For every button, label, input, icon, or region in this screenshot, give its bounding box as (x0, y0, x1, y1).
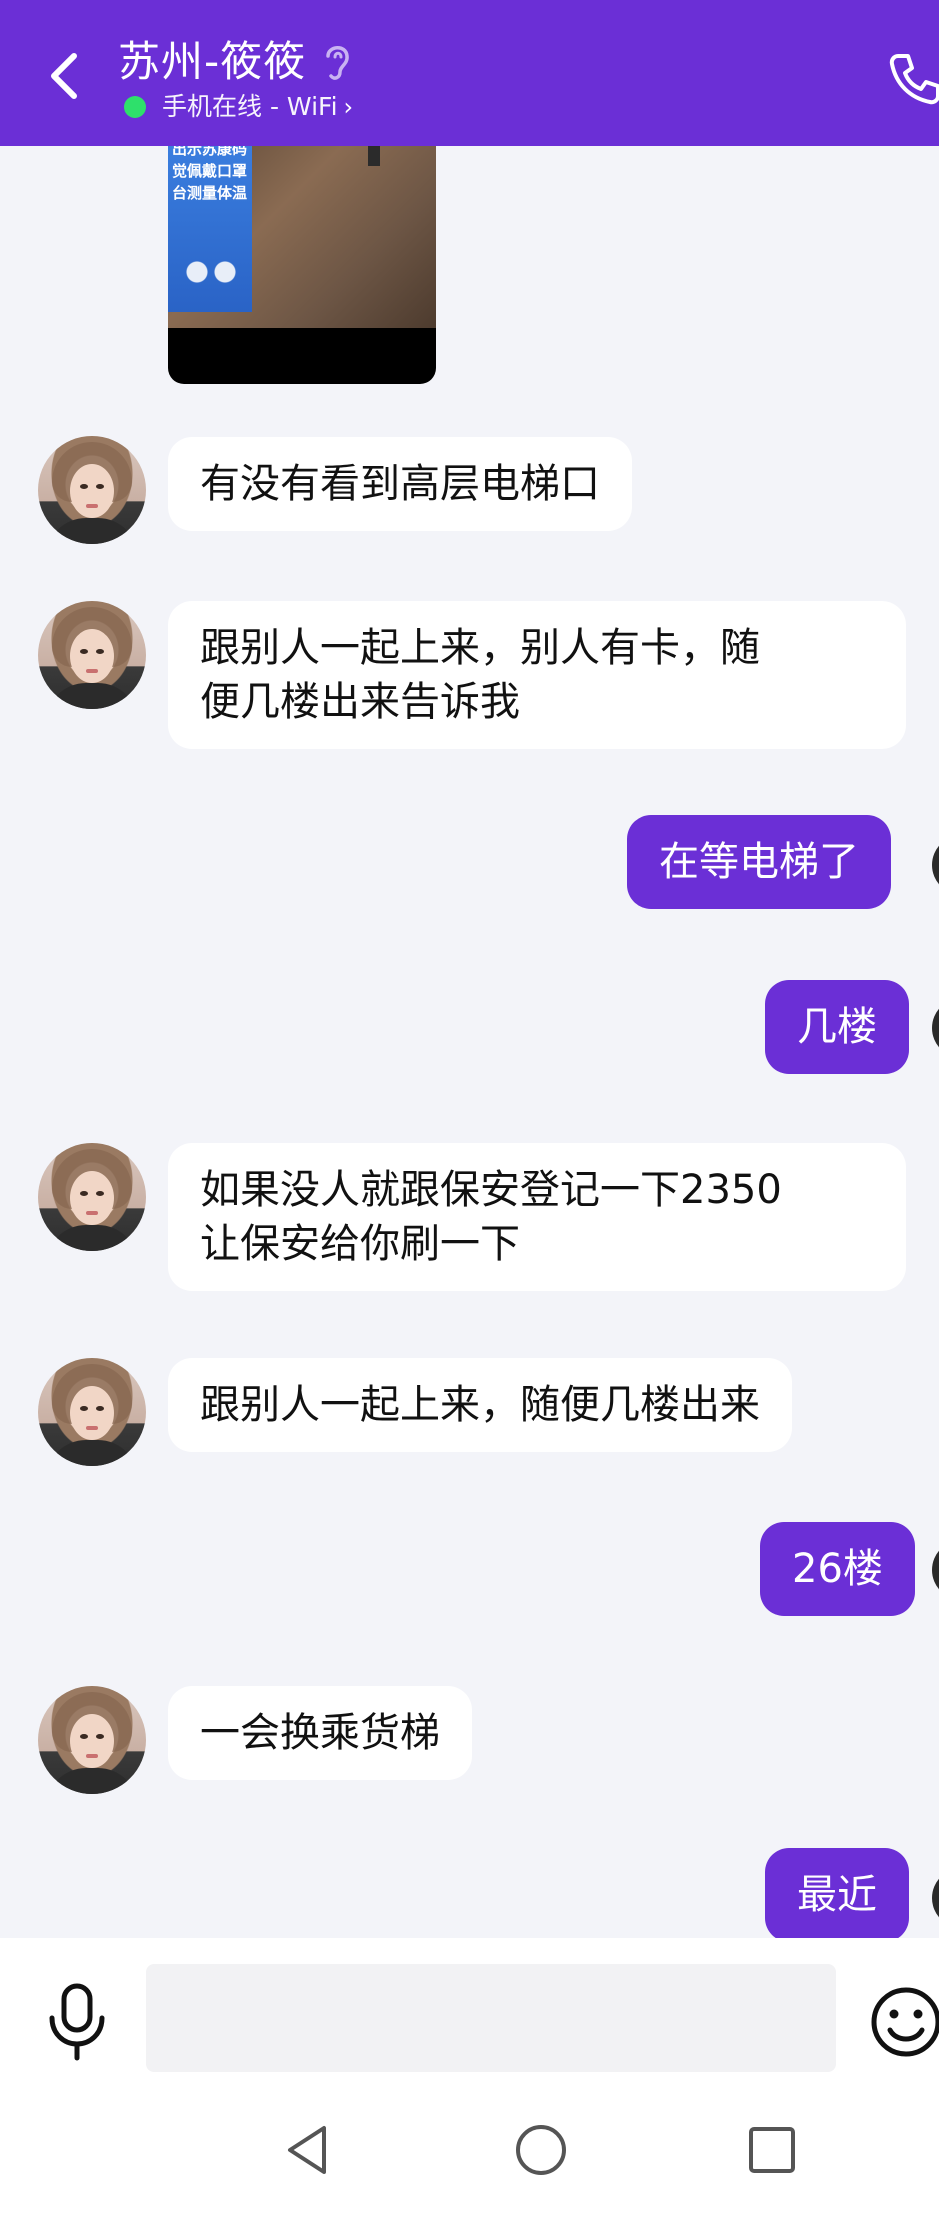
message-bubble-outgoing[interactable]: 最近 (765, 1848, 909, 1938)
contact-avatar[interactable] (38, 1143, 146, 1251)
online-status-text: 手机在线 - WiFi (162, 92, 338, 121)
message-bubble-incoming[interactable]: 跟别人一起上来，随便几楼出来 (168, 1358, 792, 1452)
emoji-icon (871, 1987, 939, 2057)
chat-message-list[interactable]: 出示苏康码 觉佩戴口罩 台测量体温 有没有看到高层电梯口 跟别人一起上来，别人有… (0, 146, 939, 1938)
message-line: 跟别人一起上来，别人有卡，随 (200, 625, 760, 671)
contact-title-area[interactable]: 苏州-筱筱 手机在线 - WiFi › (118, 34, 354, 124)
online-status-dot (124, 96, 146, 118)
sign-line: 觉佩戴口罩 (172, 162, 248, 180)
chat-header: 苏州-筱筱 手机在线 - WiFi › (0, 0, 939, 146)
notice-sign: 出示苏康码 觉佩戴口罩 台测量体温 (168, 146, 252, 312)
back-arrow-icon (51, 53, 77, 99)
contact-avatar[interactable] (38, 436, 146, 544)
phone-icon (889, 54, 939, 105)
message-bubble-incoming[interactable]: 有没有看到高层电梯口 (168, 437, 632, 531)
sign-line: 出示苏康码 (172, 146, 248, 158)
message-bubble-outgoing[interactable]: 在等电梯了 (627, 815, 891, 909)
system-navigation-bar (0, 2078, 939, 2219)
self-avatar[interactable] (932, 835, 939, 895)
system-home-button[interactable] (513, 2122, 569, 2178)
message-text-field[interactable] (146, 1964, 836, 2072)
sign-illustration (176, 252, 246, 302)
message-bubble-incoming[interactable]: 如果没人就跟保安登记一下2350 让保安给你刷一下 (168, 1143, 906, 1291)
square-recents-icon (749, 2127, 795, 2173)
message-line: 让保安给你刷一下 (200, 1221, 520, 1267)
contact-avatar[interactable] (38, 601, 146, 709)
self-avatar[interactable] (932, 1868, 939, 1928)
emoji-button[interactable] (870, 1986, 939, 2058)
contact-avatar[interactable] (38, 1686, 146, 1794)
message-bubble-outgoing[interactable]: 几楼 (765, 980, 909, 1074)
system-back-button[interactable] (282, 2122, 338, 2178)
image-message[interactable]: 出示苏康码 觉佩戴口罩 台测量体温 (168, 146, 436, 384)
voice-call-button[interactable] (884, 50, 939, 110)
ear-icon (326, 46, 349, 80)
message-bubble-outgoing[interactable]: 26楼 (760, 1522, 915, 1616)
circle-home-icon (516, 2125, 566, 2175)
sign-line: 台测量体温 (172, 184, 248, 202)
message-bubble-incoming[interactable]: 一会换乘货梯 (168, 1686, 472, 1780)
microphone-icon (49, 1983, 105, 2061)
self-avatar[interactable] (932, 998, 939, 1058)
self-avatar[interactable] (932, 1540, 939, 1600)
voice-input-button[interactable] (44, 1982, 110, 2062)
message-bubble-incoming[interactable]: 跟别人一起上来，别人有卡，随 便几楼出来告诉我 (168, 601, 906, 749)
chevron-right-icon: › (343, 93, 354, 121)
message-line: 如果没人就跟保安登记一下2350 (200, 1167, 782, 1213)
message-input-bar (0, 1938, 939, 2078)
triangle-back-icon (288, 2126, 326, 2174)
system-recents-button[interactable] (744, 2122, 800, 2178)
message-line: 便几楼出来告诉我 (200, 679, 520, 725)
back-button[interactable] (36, 46, 92, 106)
photo-detail (368, 146, 380, 166)
contact-name: 苏州-筱筱 (118, 37, 307, 86)
contact-avatar[interactable] (38, 1358, 146, 1466)
